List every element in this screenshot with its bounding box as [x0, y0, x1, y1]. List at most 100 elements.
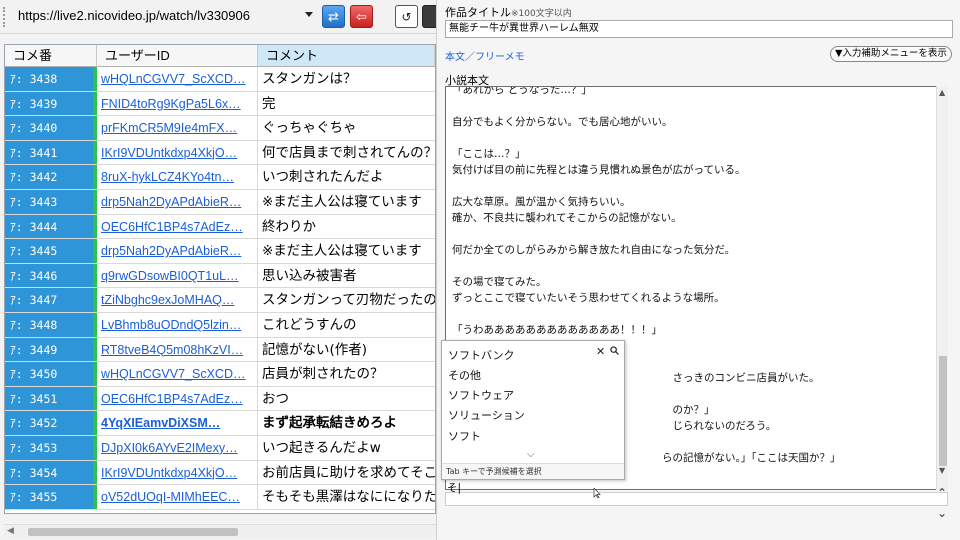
editor-vertical-scrollbar[interactable]: ▲ ▼ [936, 86, 948, 490]
user-id-link[interactable]: IKrI9VDUntkdxp4XkjO… [97, 140, 258, 165]
table-row[interactable]: ｱ: 3444 OEC6HfC1BP4s7AdEz… 終わりか [5, 214, 435, 240]
comment-cell[interactable]: おつ [258, 387, 435, 411]
table-row[interactable]: ｱ: 3447tZiNbghc9exJoMHAQ…スタンガンって刃物だったのかよ [5, 288, 435, 313]
close-icon[interactable]: ✕ [596, 345, 605, 358]
autocomplete-item[interactable]: ソフトバンク [448, 347, 515, 363]
table-row[interactable]: ｱ: 3442 8ruX-hykLCZ4KYo4tn… いつ刺されたんだよ [5, 165, 435, 190]
title-input[interactable]: 無能チー牛が異世界ハーレム無双 [445, 20, 953, 38]
comment-cell[interactable]: ※まだ主人公は寝ています [258, 239, 435, 263]
comment-number-cell[interactable]: ｱ: 3455 [5, 485, 97, 509]
comment-number-cell[interactable]: ｱ: 3445 [5, 239, 97, 263]
connect-button[interactable]: ⇄ [322, 5, 345, 28]
autocomplete-item[interactable]: ソフトウェア [448, 387, 514, 403]
comment-cell[interactable]: お前店員に助けを求めてそこで [258, 461, 435, 485]
table-row[interactable]: ｱ: 3441 IKrI9VDUntkdxp4XkjO… 何で店員まで刺されてんの？ [5, 140, 435, 166]
chevron-up-icon[interactable]: ⌃ [937, 486, 947, 500]
table-row[interactable]: ｱ: 3439 FNID4toRg9KgPa5L6x… 完 [5, 91, 435, 117]
table-row[interactable]: ｱ: 3455 oV52dUOqI-MIMhEEC… そもそも黒澤はなにになりたい [5, 485, 435, 510]
table-row[interactable]: ｱ: 3440 prFKmCR5M9Ie4mFX… ぐっちゃぐちゃ [5, 116, 435, 141]
comment-cell[interactable]: 店員が刺されたの？ [258, 362, 435, 386]
user-id-link[interactable]: q9rwGDsowBI0QT1uL… [97, 263, 258, 288]
comment-number-cell[interactable]: ｱ: 3446 [5, 263, 97, 288]
comment-number-cell[interactable]: ｱ: 3442 [5, 165, 97, 189]
comment-cell[interactable]: ※まだ主人公は寝ています [258, 190, 435, 214]
undo-button[interactable]: ↺ [395, 5, 418, 28]
scroll-left-arrow-icon[interactable]: ◀ [7, 526, 14, 536]
expand-chevron-icon[interactable]: ⌵ [527, 449, 535, 460]
user-id-link[interactable]: LvBhmb8uODndQ5lzin… [97, 312, 258, 337]
comment-cell[interactable]: いつ起きるんだよw [258, 436, 435, 460]
comment-cell[interactable]: ぐっちゃぐちゃ [258, 116, 435, 140]
comment-number-cell[interactable]: ｱ: 3449 [5, 337, 97, 362]
table-row[interactable]: ｱ: 3446 q9rwGDsowBI0QT1uL… 思い込み被害者 [5, 263, 435, 289]
comment-cell[interactable]: 何で店員まで刺されてんの？ [258, 141, 435, 165]
user-id-link[interactable]: oV52dUOqI-MIMhEEC… [97, 485, 258, 509]
comment-cell[interactable]: 完 [258, 92, 435, 116]
comment-number-cell[interactable]: ｱ: 3438 [5, 67, 97, 91]
comment-number-cell[interactable]: ｱ: 3448 [5, 312, 97, 337]
user-id-link[interactable]: tZiNbghc9exJoMHAQ… [97, 288, 258, 312]
comment-cell[interactable]: いつ刺されたんだよ [258, 165, 435, 189]
horizontal-scrollbar[interactable]: ◀ [4, 524, 436, 538]
comment-number-cell[interactable]: ｱ: 3439 [5, 91, 97, 116]
header-comment[interactable]: コメント [258, 45, 435, 67]
user-id-link[interactable]: OEC6HfC1BP4s7AdEz… [97, 386, 258, 411]
table-row[interactable]: ｱ: 3445 drp5Nah2DyAPdAbieR… ※まだ主人公は寝ています [5, 239, 435, 264]
table-row[interactable]: ｱ: 3451 OEC6HfC1BP4s7AdEz… おつ [5, 386, 435, 412]
table-row[interactable]: ｱ: 3452 4YqXIEamvDiXSM… まず起承転結きめろよ [5, 411, 435, 436]
user-id-link[interactable]: wHQLnCGVV7_ScXCD… [97, 362, 258, 386]
comment-cell[interactable]: 終わりか [258, 215, 435, 239]
header-user-id[interactable]: ユーザーID [97, 45, 258, 67]
table-row[interactable]: ｱ: 3454 IKrI9VDUntkdxp4XkjO… お前店員に助けを求めてそこ… [5, 460, 435, 486]
table-row[interactable]: ｱ: 3453 DJpXI0k6AYvE2IMexy… いつ起きるんだよw [5, 435, 435, 461]
comment-number-cell[interactable]: ｱ: 3440 [5, 116, 97, 140]
table-row[interactable]: ｱ: 3450 wHQLnCGVV7_ScXCD… 店員が刺されたの？ [5, 362, 435, 387]
table-row[interactable]: ｱ: 3448 LvBhmb8uODndQ5lzin… これどうすんの [5, 312, 435, 338]
search-icon[interactable] [610, 346, 619, 355]
url-field[interactable]: https://live2.nicovideo.jp/watch/lv33090… [18, 8, 250, 23]
comment-cell[interactable]: スタンガンは？ [258, 67, 435, 91]
user-id-link[interactable]: OEC6HfC1BP4s7AdEz… [97, 214, 258, 239]
comment-number-cell[interactable]: ｱ: 3451 [5, 386, 97, 411]
comment-number-cell[interactable]: ｱ: 3454 [5, 460, 97, 485]
user-id-link[interactable]: drp5Nah2DyAPdAbieR… [97, 239, 258, 263]
table-row[interactable]: ｱ: 3438 wHQLnCGVV7_ScXCD… スタンガンは？ [5, 67, 435, 92]
disconnect-button[interactable]: ⇦ [350, 5, 373, 28]
user-id-link[interactable]: wHQLnCGVV7_ScXCD… [97, 67, 258, 91]
table-row[interactable]: ｱ: 3449 RT8tveB4Q5m08hKzVI… 記憶がない(作者) [5, 337, 435, 363]
url-dropdown-arrow-icon[interactable] [305, 12, 313, 17]
comment-cell[interactable]: スタンガンって刃物だったのかよ [258, 288, 435, 312]
header-comment-number[interactable]: コメ番 [5, 45, 97, 67]
editor-scroll-thumb[interactable] [939, 356, 947, 466]
user-id-link[interactable]: FNID4toRg9KgPa5L6x… [97, 91, 258, 116]
autocomplete-item[interactable]: ソリューション [448, 407, 525, 423]
comment-cell[interactable]: 記憶がない(作者) [258, 338, 435, 362]
comment-cell[interactable]: 思い込み被害者 [258, 264, 435, 288]
comment-number-cell[interactable]: ｱ: 3452 [5, 411, 97, 435]
comment-number-cell[interactable]: ｱ: 3453 [5, 435, 97, 460]
scroll-down-arrow-icon[interactable]: ▼ [939, 466, 945, 475]
table-row[interactable]: ｱ: 3443 drp5Nah2DyAPdAbieR… ※まだ主人公は寝ています [5, 189, 435, 215]
horizontal-scroll-thumb[interactable] [28, 528, 238, 536]
user-id-link[interactable]: DJpXI0k6AYvE2IMexy… [97, 435, 258, 460]
comment-cell[interactable]: これどうすんの [258, 313, 435, 337]
autocomplete-item[interactable]: ソフト [448, 428, 481, 444]
comment-cell[interactable]: そもそも黒澤はなにになりたい [258, 485, 435, 509]
user-id-link[interactable]: IKrI9VDUntkdxp4XkjO… [97, 460, 258, 485]
chevron-down-icon[interactable]: ⌄ [937, 506, 947, 520]
toolbar-grip[interactable] [3, 7, 7, 27]
comment-number-cell[interactable]: ｱ: 3444 [5, 214, 97, 239]
comment-number-cell[interactable]: ｱ: 3450 [5, 362, 97, 386]
body-memo-tabs[interactable]: 本文／フリーメモ [445, 48, 525, 63]
user-id-link[interactable]: 8ruX-hykLCZ4KYo4tn… [97, 165, 258, 189]
comment-number-cell[interactable]: ｱ: 3447 [5, 288, 97, 312]
user-id-link[interactable]: prFKmCR5M9Ie4mFX… [97, 116, 258, 140]
comment-number-cell[interactable]: ｱ: 3443 [5, 189, 97, 214]
autocomplete-item[interactable]: その他 [448, 367, 481, 383]
user-id-link[interactable]: drp5Nah2DyAPdAbieR… [97, 189, 258, 214]
user-id-link[interactable]: RT8tveB4Q5m08hKzVI… [97, 337, 258, 362]
input-assist-menu-button[interactable]: ▼入力補助メニューを表示 [830, 46, 952, 62]
comment-cell[interactable]: まず起承転結きめろよ [258, 411, 435, 435]
comment-number-cell[interactable]: ｱ: 3441 [5, 140, 97, 165]
user-id-link[interactable]: 4YqXIEamvDiXSM… [97, 411, 258, 435]
